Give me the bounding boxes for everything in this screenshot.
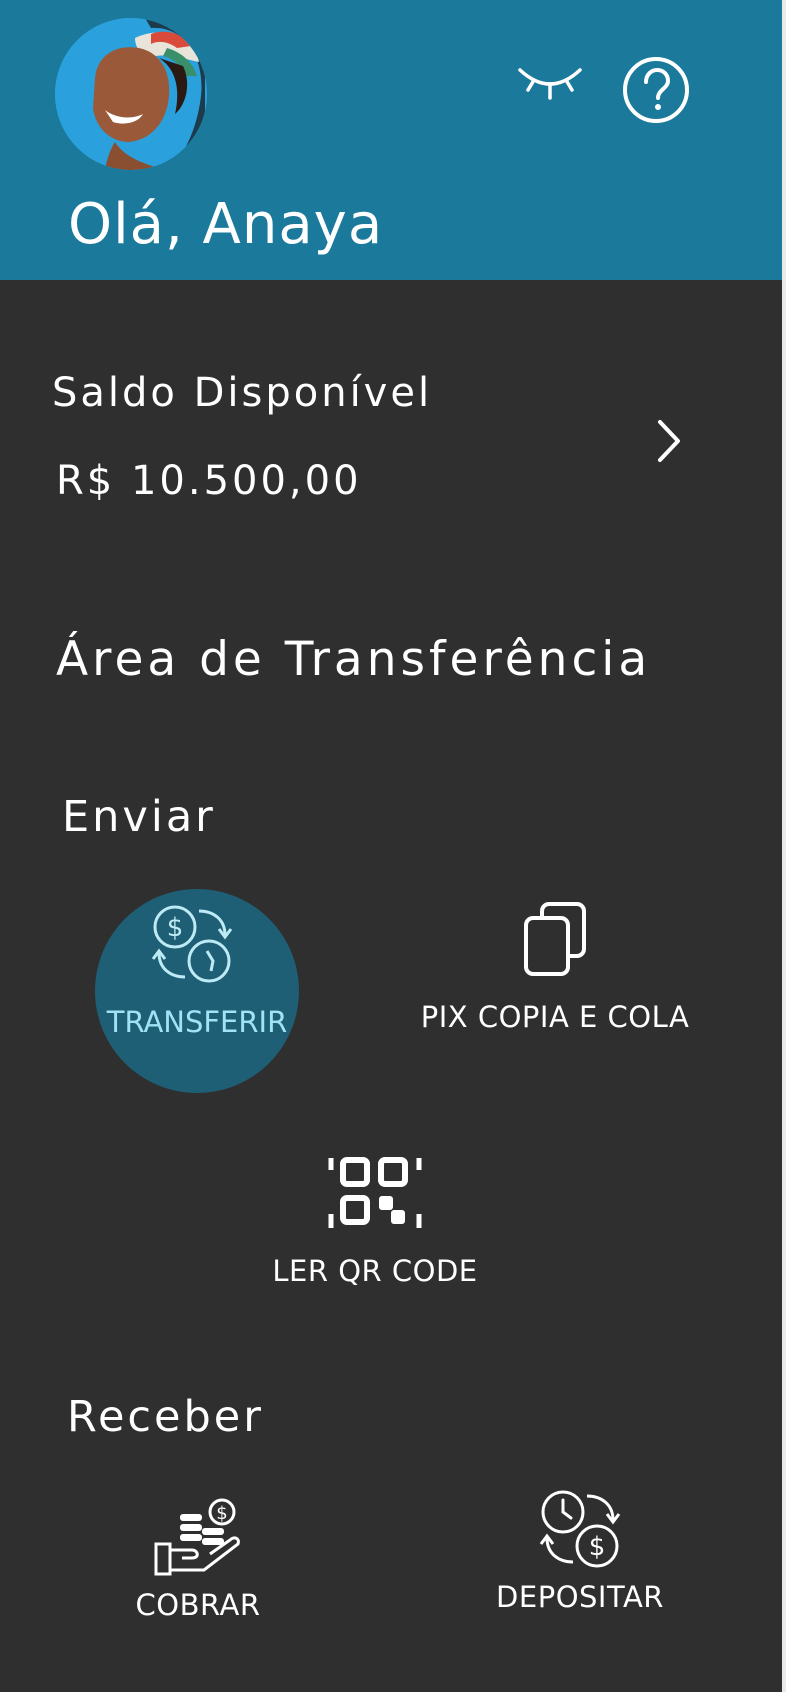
transfer-label: TRANSFERIR [106,1005,288,1039]
transfer-button[interactable]: $ TRANSFERIR [95,889,299,1093]
money-exchange-icon: $ [151,905,233,983]
qr-code-scan-icon [328,1157,422,1228]
charge-button[interactable]: $ COBRAR [118,1494,278,1622]
send-section-title: Enviar [62,792,216,842]
read-qr-code-button[interactable]: LER QR CODE [250,1154,500,1288]
deposit-label: DEPOSITAR [496,1580,664,1614]
avatar[interactable] [55,18,207,170]
scrollbar-track [782,0,786,1692]
balance-details-button[interactable] [650,416,686,466]
clock-money-icon: $ [539,1490,621,1568]
hide-balance-button[interactable] [516,62,584,104]
header: Olá, Anaya [0,0,782,280]
chevron-right-icon [658,420,680,462]
help-icon [623,57,689,123]
read-qr-code-label: LER QR CODE [272,1254,478,1288]
hand-coins-icon: $ [154,1498,240,1576]
greeting: Olá, Anaya [68,192,384,257]
deposit-button[interactable]: $ DEPOSITAR [480,1488,680,1614]
svg-text:$: $ [167,913,184,943]
receive-section-title: Receber [67,1392,264,1442]
balance-value: R$ 10.500,00 [56,458,362,504]
pix-copy-paste-button[interactable]: PIX COPIA E COLA [410,900,700,1034]
balance-label: Saldo Disponível [52,370,433,416]
app-screen: Olá, Anaya Saldo Disponível R$ 10.500,00… [0,0,786,1692]
pix-copy-paste-label: PIX COPIA E COLA [420,1000,690,1034]
svg-text:$: $ [216,1503,227,1524]
copy-icon [524,902,586,976]
avatar-image [55,18,207,170]
eye-closed-icon [518,68,582,100]
transfer-area-title: Área de Transferência [56,632,652,687]
charge-label: COBRAR [135,1588,261,1622]
help-button[interactable] [620,54,692,126]
svg-text:$: $ [589,1532,606,1562]
